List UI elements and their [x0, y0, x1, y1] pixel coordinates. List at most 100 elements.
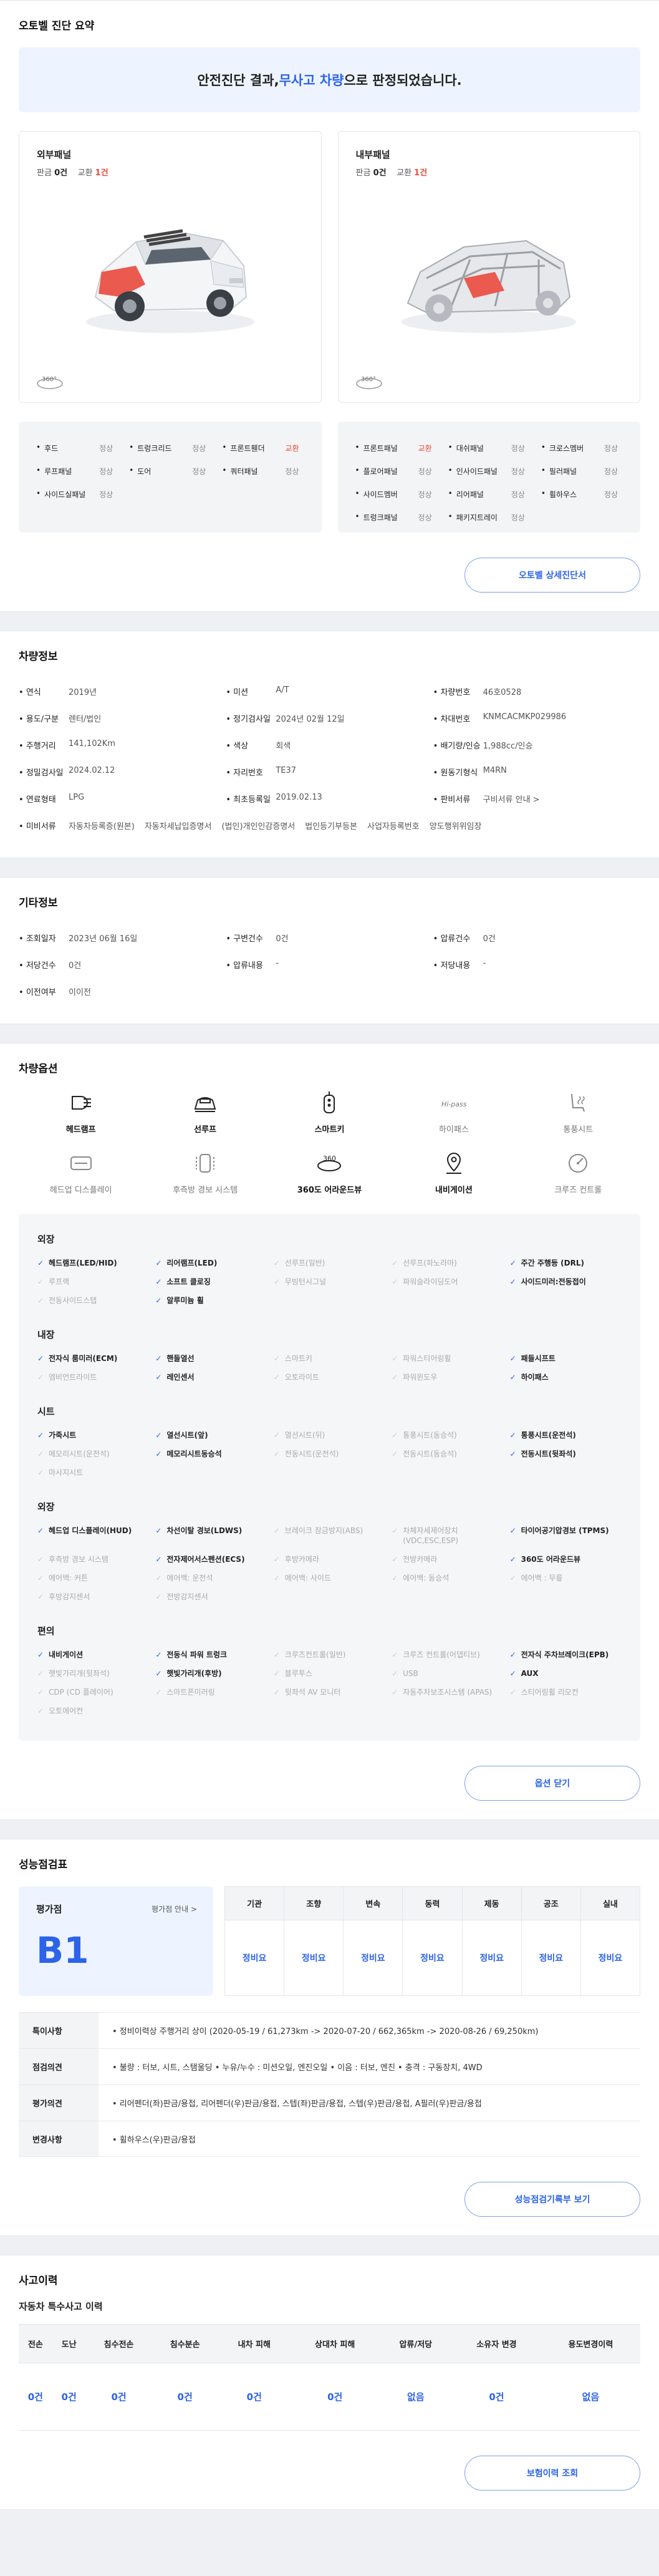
info-key: 미비서류 [19, 820, 69, 831]
option-item-label: 열선시트(뒤) [284, 1431, 325, 1440]
option-item-label: 후방카메라 [284, 1555, 319, 1564]
info-row: 연식2019년 [19, 678, 226, 705]
part-name: 크로스멤버 [549, 444, 584, 453]
option-item: ✓ 통풍시트(동승석) [392, 1430, 503, 1440]
option-label: 크루즈 컨트롤 [554, 1186, 602, 1195]
check-icon: ✓ [392, 1526, 398, 1535]
inner-panel-card: 내부패널 판금 0건 교환 1건 360° [337, 131, 640, 403]
option-item-label: 엠비언트라이트 [49, 1373, 97, 1382]
info-key: 미션 [226, 685, 276, 697]
check-icon: ✓ [155, 1592, 162, 1601]
part-item: • 쿼터패널 정상 [222, 466, 310, 477]
option-item-label: 전방감지센서 [166, 1592, 208, 1601]
check-icon: ✓ [37, 1450, 44, 1458]
info-key: 연료형태 [19, 793, 69, 805]
around360-icon: 360 [317, 1155, 342, 1171]
option-blindspot: 후측방 경보 시스템 [143, 1151, 267, 1195]
grade-guide-link[interactable]: 평가점 안내 > [152, 1904, 197, 1914]
accident-col-value: 0건 [85, 2363, 152, 2431]
accident-col-header: 압류/저당 [379, 2324, 453, 2363]
rotate-360-icon[interactable]: 360° [36, 372, 64, 391]
info-value: 0건 [69, 961, 82, 971]
accident-col-header: 침수분손 [152, 2324, 218, 2363]
part-status: 정상 [418, 513, 432, 522]
option-item: ✓ 선루프(일반) [274, 1258, 385, 1268]
option-item: ✓ 내비게이션 [37, 1650, 149, 1660]
banner-text-post: 으로 판정되었습니다. [344, 73, 462, 88]
option-item: ✓ 전자식 주차브레이크(EPB) [510, 1650, 622, 1660]
option-item-label: 선루프(일반) [284, 1259, 325, 1267]
performance-record-button[interactable]: 성능점검기록부 보기 [464, 2182, 640, 2217]
part-name: 도어 [137, 467, 152, 476]
check-icon: ✓ [392, 1354, 398, 1363]
check-icon: ✓ [392, 1555, 398, 1564]
option-item: ✓ 파워스티어링휠 [392, 1353, 503, 1363]
option-label: 통풍시트 [563, 1125, 594, 1135]
part-name: 휠하우스 [549, 490, 577, 499]
part-status: 정상 [99, 467, 113, 476]
option-item-label: 에어백: 사이드 [284, 1574, 331, 1582]
section-title: 사고이력 [19, 2275, 58, 2287]
perf-note-value: • 휠하우스(우)판금/용접 [112, 2135, 196, 2145]
part-name: 트렁크리드 [137, 444, 172, 453]
option-item: ✓ 스티어링휠 리모컨 [510, 1687, 622, 1697]
check-icon: ✓ [155, 1373, 162, 1382]
accident-table: 전손 도난 침수전손 침수분손 내차 피해 상대차 피해 압류/저당 소유자 변경 용도변경이력… [19, 2324, 640, 2431]
option-item-label: 차선이탈 경보(LDWS) [166, 1526, 243, 1535]
option-label: 360도 어라운드뷰 [297, 1186, 362, 1195]
etc-info-grid: 조회일자2023년 06월 16일구변건수0건압류건수0건저당건수0건압류내용-… [19, 924, 640, 1005]
info-value: 이이전 [69, 988, 91, 997]
info-key: 주행거리 [19, 739, 69, 751]
info-value: M4RN [483, 766, 507, 775]
check-icon: ✓ [509, 1574, 516, 1582]
close-options-button[interactable]: 옵션 닫기 [464, 1766, 640, 1801]
navigation-icon [446, 1152, 461, 1174]
rotate-360-icon[interactable]: 360° [355, 372, 383, 391]
check-icon: ✓ [37, 1526, 44, 1535]
bullet: • [448, 512, 453, 521]
option-item-label: CDP (CD 플레이어) [49, 1688, 113, 1697]
info-row: 정기검사일2024년 02월 12일 [226, 705, 433, 732]
part-status: 정상 [99, 490, 113, 499]
part-item: • 대쉬패널 정상 [448, 443, 536, 453]
accident-col-header: 전손 [19, 2324, 52, 2363]
perf-note-key: 평가의견 [19, 2085, 99, 2121]
option-item: ✓ 전동사이드스텝 [37, 1295, 149, 1305]
option-item: ✓ 엠비언트라이트 [37, 1372, 149, 1382]
performance-section: 성능점검표 평가점 평가점 안내 > B1 기관 조향 변속 동력 제동 공조 실내 정비요… [0, 1839, 659, 2236]
option-group-title: 내장 [37, 1329, 55, 1340]
check-icon: ✓ [155, 1650, 162, 1659]
accident-col-value: 0건 [152, 2363, 218, 2431]
info-row: 용도/구분렌터/법인 [19, 705, 226, 732]
perf-col-header: 제동 [461, 1886, 522, 1920]
option-item-label: 주간 주행등 (DRL) [521, 1259, 584, 1267]
info-row: 차대번호KNMCACMKP029986 [433, 705, 640, 732]
part-status: 정상 [418, 490, 432, 499]
check-icon: ✓ [392, 1450, 398, 1458]
part-item: • 트렁크리드 정상 [129, 443, 217, 453]
check-icon: ✓ [273, 1688, 280, 1697]
info-row: 구변건수0건 [226, 924, 433, 951]
option-item-label: 내비게이션 [49, 1650, 84, 1659]
check-icon: ✓ [509, 1373, 516, 1382]
part-status: 교환 [418, 444, 432, 453]
insurance-history-button[interactable]: 보험이력 조회 [464, 2456, 640, 2491]
part-status: 정상 [511, 444, 525, 453]
info-value: 회색 [276, 742, 291, 751]
smartkey-icon [324, 1092, 335, 1113]
detail-report-button[interactable]: 오토벨 상세진단서 [464, 558, 640, 593]
part-status: 정상 [192, 467, 206, 476]
info-value: 2023년 06월 16일 [69, 934, 138, 944]
option-label: 스마트키 [314, 1125, 345, 1135]
check-icon: ✓ [273, 1277, 280, 1286]
option-item: ✓ 차체자세제어장치 (VDC,ESC,ESP) [392, 1526, 503, 1546]
option-item: ✓ 오토라이트 [274, 1372, 385, 1382]
option-label: 헤드업 디스플레이 [49, 1186, 112, 1195]
part-item: • 사이드실패널 정상 [36, 489, 124, 500]
accident-subtitle: 자동차 특수사고 이력 [19, 2301, 103, 2312]
option-item: ✓ 파워슬라이딩도어 [392, 1277, 503, 1287]
banner-highlight: 무사고 차량 [279, 73, 344, 88]
part-status: 정상 [511, 513, 525, 522]
option-item: ✓ 크루즈 컨트롤(어댑티브) [392, 1650, 503, 1660]
check-icon: ✓ [509, 1431, 516, 1440]
